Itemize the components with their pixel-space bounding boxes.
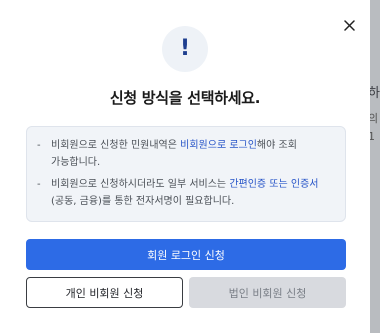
notice-text: 비회원으로 신청한 민원내역은: [51, 140, 181, 151]
notice-highlight: 비회원으로 로그인: [180, 140, 257, 151]
notice-list: - 비회원으로 신청한 민원내역은 비회원으로 로그인해야 조회 가능합니다. -…: [37, 137, 333, 210]
member-login-button[interactable]: 회원 로그인 신청: [26, 239, 346, 270]
bullet-dash: -: [37, 179, 41, 190]
notice-box: - 비회원으로 신청한 민원내역은 비회원으로 로그인해야 조회 가능합니다. -…: [26, 126, 346, 222]
close-button[interactable]: [338, 14, 360, 36]
alert-icon-badge: !: [162, 26, 208, 72]
exclamation-icon: !: [179, 36, 191, 61]
notice-text: 비회원으로 신청하시더라도 일부 서비스는: [51, 179, 230, 190]
modal-title: 신청 방식을 선택하세요.: [109, 89, 261, 107]
bullet-dash: -: [37, 140, 41, 151]
notice-item: - 비회원으로 신청한 민원내역은 비회원으로 로그인해야 조회 가능합니다.: [37, 137, 333, 171]
notice-highlight: 간편인증 또는 인증서: [229, 179, 319, 190]
close-icon: [343, 19, 355, 31]
notice-text: (공동, 금융)를 통한 전자서명이 필요합니다.: [51, 196, 235, 207]
application-method-modal: ! 신청 방식을 선택하세요. - 비회원으로 신청한 민원내역은 비회원으로 로…: [0, 0, 370, 333]
notice-item: - 비회원으로 신청하시더라도 일부 서비스는 간편인증 또는 인증서 (공동, 금…: [37, 176, 333, 210]
individual-guest-button[interactable]: 개인 비회원 신청: [26, 277, 183, 308]
corporate-guest-button: 법인 비회원 신청: [189, 277, 346, 308]
